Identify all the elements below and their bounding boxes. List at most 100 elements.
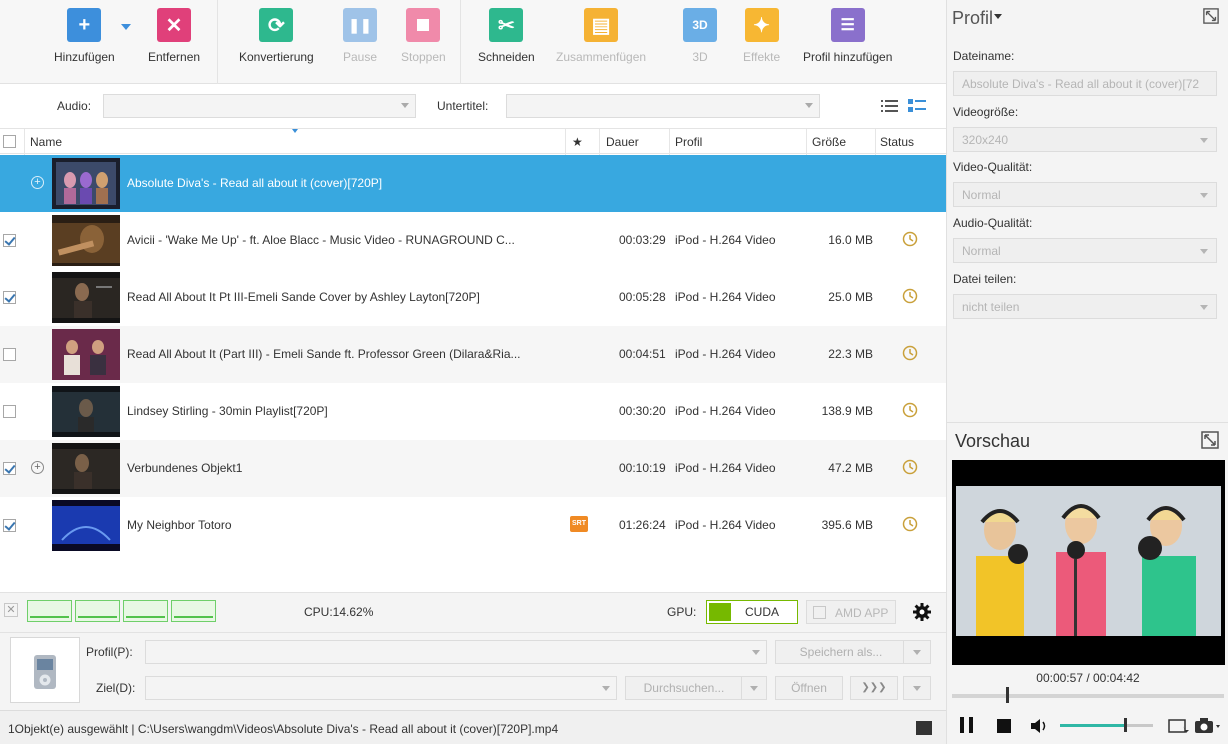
row-profile[interactable]: iPod - H.264 Video (675, 461, 776, 475)
volume-icon[interactable] (1030, 718, 1050, 734)
snapshot-folder-icon[interactable] (1168, 718, 1190, 734)
merge-button[interactable]: ▤ Zusammenfügen (556, 8, 646, 64)
output-arrows-button[interactable]: ❯❯❯ (850, 676, 898, 700)
expand-plus-icon[interactable]: + (31, 461, 44, 474)
profile-label: Profil(P): (86, 645, 133, 659)
save-as-button[interactable]: Speichern als... (775, 640, 907, 664)
videoquality-select[interactable]: Normal (953, 182, 1217, 207)
add-dropdown-arrow-icon[interactable] (121, 24, 131, 30)
audio-select[interactable] (103, 94, 416, 118)
add-profile-button[interactable]: ☰ Profil hinzufügen (803, 8, 892, 64)
videoquality-label: Video-Qualität: (953, 160, 1033, 174)
seek-bar[interactable] (952, 694, 1224, 698)
row-file-name: Read All About It (Part III) - Emeli San… (127, 347, 521, 361)
row-profile[interactable]: iPod - H.264 Video (675, 404, 776, 418)
3d-button[interactable]: 3D 3D (683, 8, 717, 64)
clock-icon (902, 288, 918, 304)
table-row[interactable]: + Verbundenes Objekt1 00:10:19 iPod - H.… (0, 440, 946, 497)
split-value: nicht teilen (962, 300, 1020, 314)
video-thumbnail (52, 386, 120, 437)
expand-plus-icon[interactable]: + (31, 176, 44, 189)
filename-field[interactable]: Absolute Diva's - Read all about it (cov… (953, 71, 1217, 96)
convert-button[interactable]: ⟳ Konvertierung (239, 8, 314, 64)
close-icon[interactable]: ✕ (4, 603, 18, 617)
volume-handle[interactable] (1124, 718, 1128, 732)
pause-icon[interactable] (959, 716, 975, 734)
merge-film-icon: ▤ (584, 8, 619, 42)
3d-icon: 3D (683, 8, 717, 42)
row-profile[interactable]: iPod - H.264 Video (675, 518, 776, 532)
stop-icon[interactable] (997, 719, 1011, 733)
expand-icon[interactable] (1203, 8, 1219, 24)
table-row[interactable]: + Absolute Diva's - Read all about it (c… (0, 155, 946, 212)
device-preview[interactable] (10, 637, 80, 703)
row-profile[interactable]: iPod - H.264 Video (675, 233, 776, 247)
video-thumbnail (52, 215, 120, 266)
toolbar: + Hinzufügen ✕ Entfernen ⟳ Konvertierung… (0, 0, 946, 84)
remove-button[interactable]: ✕ Entfernen (148, 8, 200, 64)
subtitle-badge-icon[interactable]: SRT (570, 516, 588, 532)
target-select[interactable] (145, 676, 617, 700)
audioquality-select[interactable]: Normal (953, 238, 1217, 263)
list-view-icon[interactable] (880, 98, 900, 114)
chevron-down-icon (602, 686, 610, 691)
profile-document-icon: ☰ (830, 8, 865, 42)
row-checkbox[interactable] (3, 291, 16, 304)
open-button[interactable]: Öffnen (775, 676, 843, 700)
profile-panel-title[interactable]: Profil (952, 8, 1003, 29)
cuda-label: CUDA (745, 605, 780, 619)
browse-button[interactable]: Durchsuchen... (625, 676, 743, 700)
column-header-name[interactable]: Name (30, 135, 62, 149)
subtitle-select[interactable] (506, 94, 820, 118)
table-row[interactable]: Avicii - 'Wake Me Up' - ft. Aloe Blacc -… (0, 212, 946, 269)
log-icon[interactable] (916, 721, 932, 735)
detail-view-icon[interactable] (907, 98, 927, 114)
stop-button[interactable]: Stoppen (401, 8, 446, 64)
table-row[interactable]: Read All About It (Part III) - Emeli San… (0, 326, 946, 383)
pause-button[interactable]: ❚❚ Pause (343, 8, 377, 64)
effects-button[interactable]: ✦ Effekte (743, 8, 780, 64)
row-profile[interactable]: iPod - H.264 Video (675, 290, 776, 304)
column-header-duration[interactable]: Dauer (606, 135, 639, 149)
table-row[interactable]: My Neighbor Totoro SRT 01:26:24 iPod - H… (0, 497, 946, 554)
profile-select[interactable] (145, 640, 767, 664)
row-checkbox[interactable] (3, 405, 16, 418)
column-header-profile[interactable]: Profil (675, 135, 702, 149)
camera-icon[interactable] (1194, 717, 1222, 735)
table-row[interactable]: Lindsey Stirling - 30min Playlist[720P] … (0, 383, 946, 440)
convert-refresh-icon: ⟳ (259, 8, 294, 42)
row-checkbox[interactable] (3, 348, 16, 361)
video-preview[interactable] (952, 460, 1225, 665)
seek-handle[interactable] (1006, 687, 1010, 703)
expand-icon[interactable] (1201, 431, 1219, 449)
row-profile[interactable]: iPod - H.264 Video (675, 347, 776, 361)
videosize-select[interactable]: 320x240 (953, 127, 1217, 152)
column-header-status[interactable]: Status (880, 135, 914, 149)
add-button[interactable]: + Hinzufügen (54, 8, 115, 64)
row-checkbox[interactable] (3, 462, 16, 475)
plus-icon: + (67, 8, 102, 42)
table-row[interactable]: Read All About It Pt III-Emeli Sande Cov… (0, 269, 946, 326)
cuda-button[interactable]: CUDA (706, 600, 798, 624)
column-header-star[interactable]: ★ (572, 135, 583, 149)
amd-app-button[interactable]: AMD APP (806, 600, 896, 624)
chevron-down-icon (805, 103, 813, 108)
preview-frame (952, 460, 1225, 665)
pause-button-label: Pause (343, 50, 378, 64)
column-divider (565, 129, 566, 155)
row-file-name: Avicii - 'Wake Me Up' - ft. Aloe Blacc -… (127, 233, 515, 247)
save-as-dropdown[interactable] (903, 640, 931, 664)
column-header-size[interactable]: Größe (812, 135, 846, 149)
row-checkbox[interactable] (3, 519, 16, 532)
video-thumbnail (52, 158, 120, 209)
filename-value: Absolute Diva's - Read all about it (cov… (962, 77, 1200, 91)
split-select[interactable]: nicht teilen (953, 294, 1217, 319)
table-header: Name ★ Dauer Profil Größe Status (0, 128, 946, 155)
output-dropdown[interactable] (903, 676, 931, 700)
row-checkbox[interactable] (3, 234, 16, 247)
select-all-checkbox[interactable] (3, 135, 16, 148)
browse-dropdown[interactable] (741, 676, 767, 700)
gear-icon[interactable] (912, 602, 932, 622)
cut-button[interactable]: ✂ Schneiden (478, 8, 535, 64)
amd-app-label: AMD APP (835, 606, 889, 620)
